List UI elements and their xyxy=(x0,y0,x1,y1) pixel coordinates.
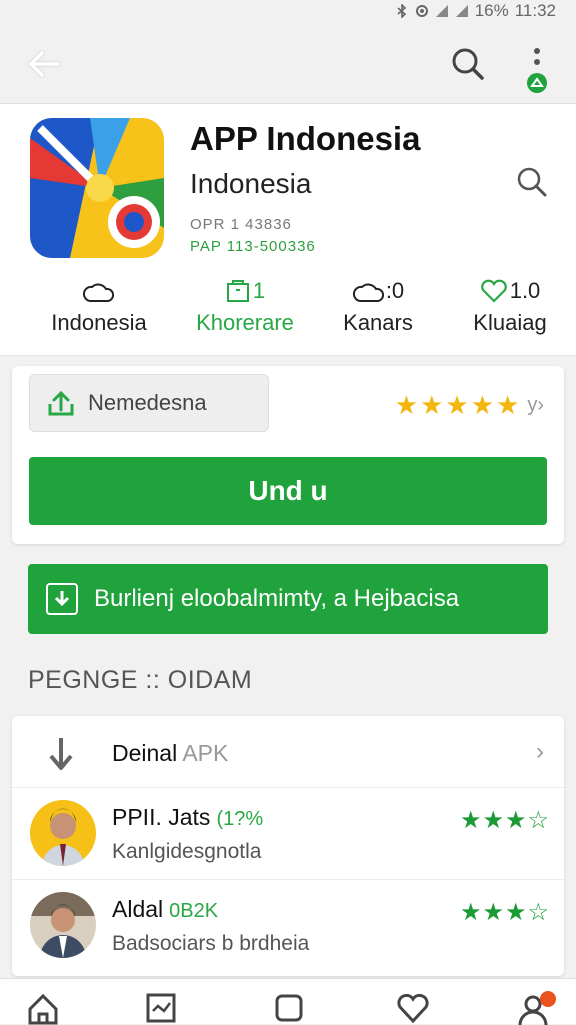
app-meta-line-1: OPR 1 43836 xyxy=(190,216,292,233)
download-button[interactable]: Burlienj eloobalmimty, a Hejbacisa xyxy=(28,564,548,634)
stat-value: :0 xyxy=(385,278,405,303)
cloud-outline-icon xyxy=(82,283,114,302)
stat-label: Khorerare xyxy=(196,310,294,335)
heart-icon xyxy=(480,279,507,303)
status-bar: 16% 11:32 xyxy=(0,0,576,22)
home-icon[interactable] xyxy=(26,991,60,1025)
app-subtitle: Indonesia xyxy=(190,168,312,199)
download-arrow-icon xyxy=(49,738,73,770)
alarm-icon xyxy=(415,5,428,17)
download-button-label: Burlienj eloobalmimty, a Hejbacisa xyxy=(94,585,460,612)
rating-stars[interactable]: ★ ★ ★ ★ ★ y› xyxy=(395,390,544,421)
search-icon-header[interactable] xyxy=(514,164,550,200)
list-item-download[interactable]: Deinal APK › xyxy=(12,716,564,788)
status-time: 11:32 xyxy=(514,1,556,20)
review-name: PPII. Jats (1?% xyxy=(112,804,264,830)
list-item[interactable]: PPII. Jats (1?% Kanlgidesgnotla ★★★☆ xyxy=(12,788,564,880)
chevron-right-icon: y› xyxy=(527,394,544,416)
review-name: Aldal 0B2K xyxy=(112,896,219,922)
avatar xyxy=(30,892,96,958)
share-chip[interactable]: Nemedesna xyxy=(29,374,269,432)
square-icon[interactable] xyxy=(272,991,306,1025)
download-icon xyxy=(46,583,78,615)
section-title: PEGNGE :: OIDAM xyxy=(28,666,253,694)
inbox-icon[interactable] xyxy=(144,991,178,1025)
stat-item-khorerare[interactable]: 1 Khorerare xyxy=(192,276,298,336)
signal-icon-2 xyxy=(455,5,468,17)
star-icon: ★ xyxy=(394,390,419,420)
stat-value: 1.0 xyxy=(509,278,541,303)
list-item[interactable]: Aldal 0B2K Badsociars b brdheia ★★★☆ xyxy=(12,880,564,972)
install-button[interactable]: Und u xyxy=(29,457,547,525)
stat-item-kanars[interactable]: :0 Kanars xyxy=(330,276,426,336)
stat-label: Kanars xyxy=(343,310,413,335)
review-desc: Badsociars b brdheia xyxy=(112,932,310,955)
search-icon[interactable] xyxy=(448,44,488,84)
box-icon xyxy=(226,280,249,302)
heart-nav-icon[interactable] xyxy=(396,991,430,1025)
back-arrow-icon[interactable] xyxy=(24,44,64,84)
stats-row: Indonesia 1 Khorerare :0 Kanars 1.0 Klua… xyxy=(0,276,576,340)
more-menu-icon[interactable] xyxy=(522,46,552,96)
star-icon: ★ xyxy=(470,390,495,420)
share-chip-label: Nemedesna xyxy=(88,390,207,415)
app-header: APP Indonesia Indonesia OPR 1 43836 PAP … xyxy=(0,104,576,356)
app-meta-line-2: PAP 113-500336 xyxy=(190,238,316,255)
details-card: Deinal APK › PPII. Jats (1?% Kanlgidesgno… xyxy=(12,716,564,976)
top-app-bar xyxy=(0,22,576,104)
avatar xyxy=(30,800,96,866)
star-icon: ★ xyxy=(496,390,520,420)
stat-item-kluaiag[interactable]: 1.0 Kluaiag xyxy=(462,276,558,336)
stat-label: Kluaiag xyxy=(473,310,547,335)
star-icon: ★ xyxy=(420,390,444,420)
app-title: APP Indonesia xyxy=(190,120,421,157)
stat-value: 1 xyxy=(252,278,266,303)
app-logo-icon xyxy=(30,118,164,258)
stat-item-indonesia[interactable]: Indonesia xyxy=(40,276,158,336)
share-upload-icon xyxy=(48,390,74,416)
signal-icon xyxy=(435,5,448,17)
star-icon: ★ xyxy=(445,390,469,420)
cloud-outline-icon xyxy=(352,283,384,302)
stat-label: Indonesia xyxy=(51,310,147,335)
profile-icon[interactable] xyxy=(516,991,560,1025)
review-desc: Kanlgidesgnotla xyxy=(112,840,262,863)
battery-text: 16% xyxy=(474,1,509,20)
bluetooth-icon xyxy=(397,4,406,18)
install-card: Nemedesna ★ ★ ★ ★ ★ y› Und u xyxy=(12,366,564,544)
review-stars: ★★★☆ xyxy=(459,899,550,926)
bottom-navigation xyxy=(0,978,576,1025)
review-stars: ★★★☆ xyxy=(459,807,550,834)
download-row-title: Deinal APK xyxy=(112,740,229,766)
chevron-right-icon: › xyxy=(536,738,544,765)
